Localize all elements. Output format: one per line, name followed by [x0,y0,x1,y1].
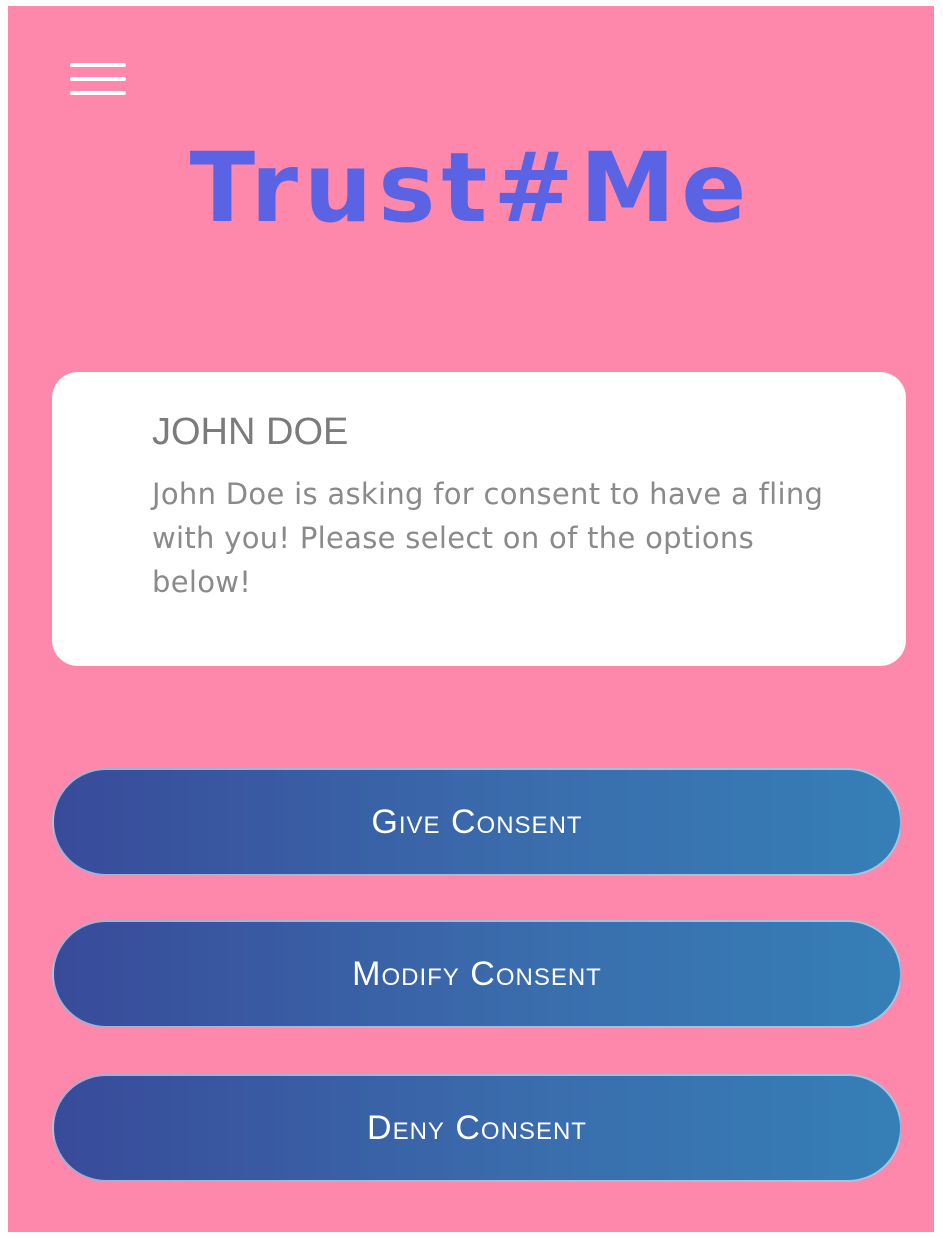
app-screen: Trust#Me JOHN DOE John Doe is asking for… [8,6,934,1232]
menu-bar-middle [70,77,126,81]
consent-request-card: JOHN DOE John Doe is asking for consent … [52,372,906,666]
modify-consent-label: Modify Consent [352,954,602,993]
app-logo: Trust#Me [189,132,753,244]
give-consent-label: Give Consent [371,802,583,841]
request-message: John Doe is asking for consent to have a… [152,477,824,599]
menu-bar-top [70,63,126,67]
hamburger-menu-icon[interactable] [70,61,126,97]
give-consent-button[interactable]: Give Consent [52,768,902,876]
deny-consent-button[interactable]: Deny Consent [52,1074,902,1182]
requester-name: JOHN DOE [152,411,349,453]
deny-consent-label: Deny Consent [367,1108,587,1147]
menu-bar-bottom [70,91,126,95]
modify-consent-button[interactable]: Modify Consent [52,920,902,1028]
